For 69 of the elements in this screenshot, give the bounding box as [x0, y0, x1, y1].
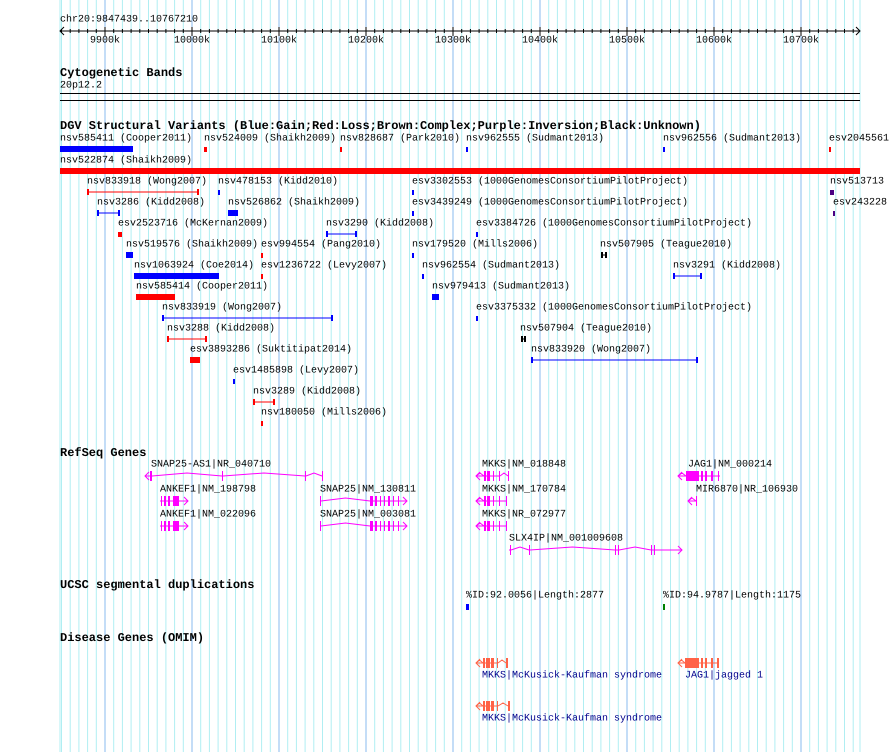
variant-label: esv994554 (Pang2010) [261, 240, 382, 251]
variant-label: esv2045561 [829, 134, 890, 145]
gene-label: SLX4IP|NM_001009608 [509, 534, 624, 545]
variant-label: nsv526862 (Shaikh2009) [228, 198, 360, 209]
variant-label: nsv524009 (Shaikh2009) [204, 134, 336, 145]
disease-label: JAG1|jagged 1 [685, 670, 764, 682]
variant-label: nsv3290 (Kidd2008) [326, 218, 434, 230]
variant-label: esv3439249 (1000GenomesConsortiumPilotProject) [412, 198, 688, 209]
variant-label: nsv962554 (Sudmant2013) [422, 260, 560, 272]
tick-label: 10500k [609, 36, 645, 47]
variant-label: nsv180050 (Mills2006) [261, 408, 388, 419]
variant-label: nsv585414 (Cooper2011) [136, 282, 268, 293]
variant-label: esv3375332 (1000GenomesConsortiumPilotProject) [476, 302, 752, 314]
tick-label: 10700k [783, 36, 819, 47]
variant-label: nsv478153 (Kidd2010) [218, 176, 338, 188]
variant-label: nsv979413 (Sudmant2013) [432, 282, 570, 293]
variant-label: nsv507904 (Teague2010) [520, 324, 652, 335]
variant-label: nsv1063924 (Coe2014) [134, 260, 254, 272]
track-title: DGV Structural Variants (Blue:Gain;Red:Loss;Brown:Complex;Purple:Inversion;Black:Unknown) [60, 119, 701, 133]
gene-label: SNAP25|NM_003081 [320, 510, 416, 521]
tick-label: 10400k [522, 36, 558, 47]
variant-label: nsv3289 (Kidd2008) [253, 386, 362, 398]
tick-label: 10300k [435, 36, 471, 47]
gene-label: MKKS|NM_018848 [482, 460, 566, 471]
gene-label: SNAP25-AS1|NR_040710 [151, 460, 272, 471]
variant-label: esv1236722 (Levy2007) [261, 260, 388, 272]
disease-label: MKKS|McKusick-Kaufman syndrome [482, 714, 662, 725]
variant-label: nsv507905 (Teague2010) [600, 240, 732, 251]
variant-label: esv243228 [833, 198, 888, 209]
disease-label: MKKS|McKusick-Kaufman syndrome [482, 670, 662, 682]
variant-label: nsv833918 (Wong2007) [87, 176, 208, 188]
variant-label: nsv3286 (Kidd2008) [97, 198, 206, 209]
variant-label: nsv962555 (Sudmant2013) [466, 134, 604, 145]
tick-label: 10000k [174, 36, 210, 47]
variant-label: nsv585411 (Cooper2011) [60, 134, 192, 145]
gene-label: MKKS|NM_170784 [482, 484, 566, 496]
variant-label: nsv513713 [830, 176, 884, 188]
track-title: Cytogenetic Bands [60, 66, 182, 80]
variant-label: nsv179520 (Mills2006) [412, 240, 538, 251]
variant-label: nsv3288 (Kidd2008) [167, 324, 276, 335]
variant-label: nsv833920 (Wong2007) [531, 344, 652, 356]
variant-label: nsv833919 (Wong2007) [162, 302, 282, 314]
variant-label: nsv962556 (Sudmant2013) [663, 134, 802, 145]
variant-label: nsv519576 (Shaikh2009) [126, 240, 258, 251]
variant-label: esv2523716 (McKernan2009) [118, 218, 268, 230]
variant-label: esv1485898 (Levy2007) [233, 366, 360, 377]
tick-label: 10600k [696, 36, 732, 47]
gene-label: JAG1|NM_000214 [688, 460, 772, 471]
band-label: 20p12.2 [60, 80, 102, 92]
tick-label: 9900k [90, 36, 120, 47]
variant-label: nsv3291 (Kidd2008) [673, 260, 782, 272]
variant-label: esv3384726 (1000GenomesConsortiumPilotProject) [476, 218, 752, 230]
track-title: RefSeq Genes [60, 446, 146, 460]
track-title: UCSC segmental duplications [60, 578, 254, 592]
duplication-label: %ID:94.9787|Length:1175 [663, 590, 802, 602]
variant-label: esv3893286 (Suktitipat2014) [190, 344, 352, 356]
variant-label: esv3302553 (1000GenomesConsortiumPilotProject) [412, 176, 688, 188]
gene-label: ANKEF1|NM_198798 [160, 484, 256, 496]
track-title: Disease Genes (OMIM) [60, 631, 204, 645]
variant-label: nsv522874 (Shaikh2009) [60, 156, 192, 167]
gene-label: SNAP25|NM_130811 [320, 484, 416, 496]
gene-label: MKKS|NR_072977 [482, 510, 566, 521]
location-label: chr20:9847439..10767210 [60, 14, 198, 26]
duplication-label: %ID:92.0056|Length:2877 [466, 590, 604, 602]
tick-label: 10100k [261, 36, 297, 47]
tick-label: 10200k [348, 36, 384, 47]
variant-label: nsv828687 (Park2010) [340, 134, 460, 145]
gene-label: MIR6870|NR_106930 [696, 484, 798, 496]
gene-label: ANKEF1|NM_022096 [160, 510, 256, 521]
